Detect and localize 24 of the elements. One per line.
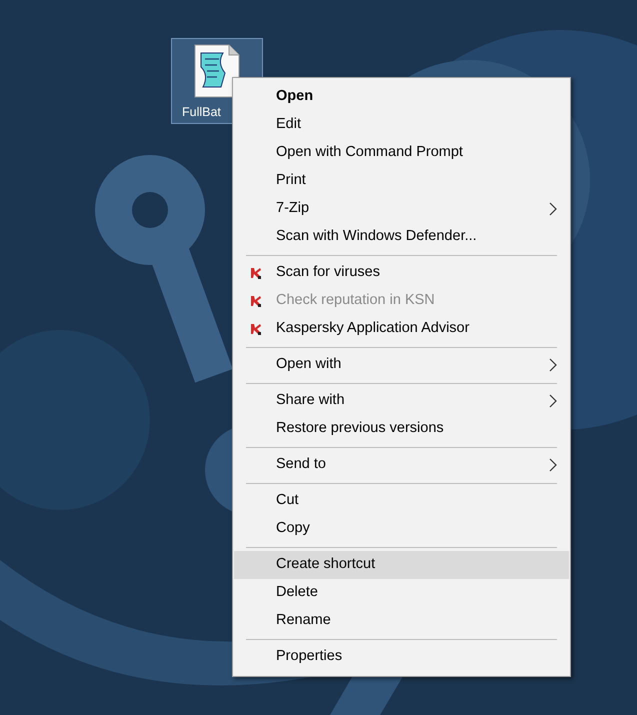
chevron-right-icon — [549, 202, 557, 216]
menu-item[interactable]: Share with — [234, 387, 569, 415]
menu-item[interactable]: Send to — [234, 451, 569, 479]
menu-item[interactable]: Print — [234, 167, 569, 195]
menu-item[interactable]: Delete — [234, 579, 569, 607]
menu-item[interactable]: Copy — [234, 515, 569, 543]
menu-item[interactable]: Kaspersky Application Advisor — [234, 315, 569, 343]
kaspersky-k-icon — [250, 295, 262, 307]
menu-item[interactable]: Open with Command Prompt — [234, 139, 569, 167]
menu-item[interactable]: Scan with Windows Defender... — [234, 223, 569, 251]
menu-item[interactable]: Scan for viruses — [234, 259, 569, 287]
chevron-right-icon — [549, 458, 557, 472]
chevron-right-icon — [549, 394, 557, 408]
menu-item[interactable]: Cut — [234, 487, 569, 515]
menu-item[interactable]: Create shortcut — [234, 551, 569, 579]
menu-item[interactable]: 7-Zip — [234, 195, 569, 223]
chevron-right-icon — [549, 358, 557, 372]
menu-item[interactable]: Restore previous versions — [234, 415, 569, 443]
kaspersky-k-icon — [250, 323, 262, 335]
menu-item[interactable]: Open with — [234, 351, 569, 379]
kaspersky-k-icon — [250, 267, 262, 279]
menu-item[interactable]: Properties — [234, 643, 569, 671]
menu-item[interactable]: Rename — [234, 607, 569, 635]
icon-label: FullBat — [182, 104, 221, 121]
